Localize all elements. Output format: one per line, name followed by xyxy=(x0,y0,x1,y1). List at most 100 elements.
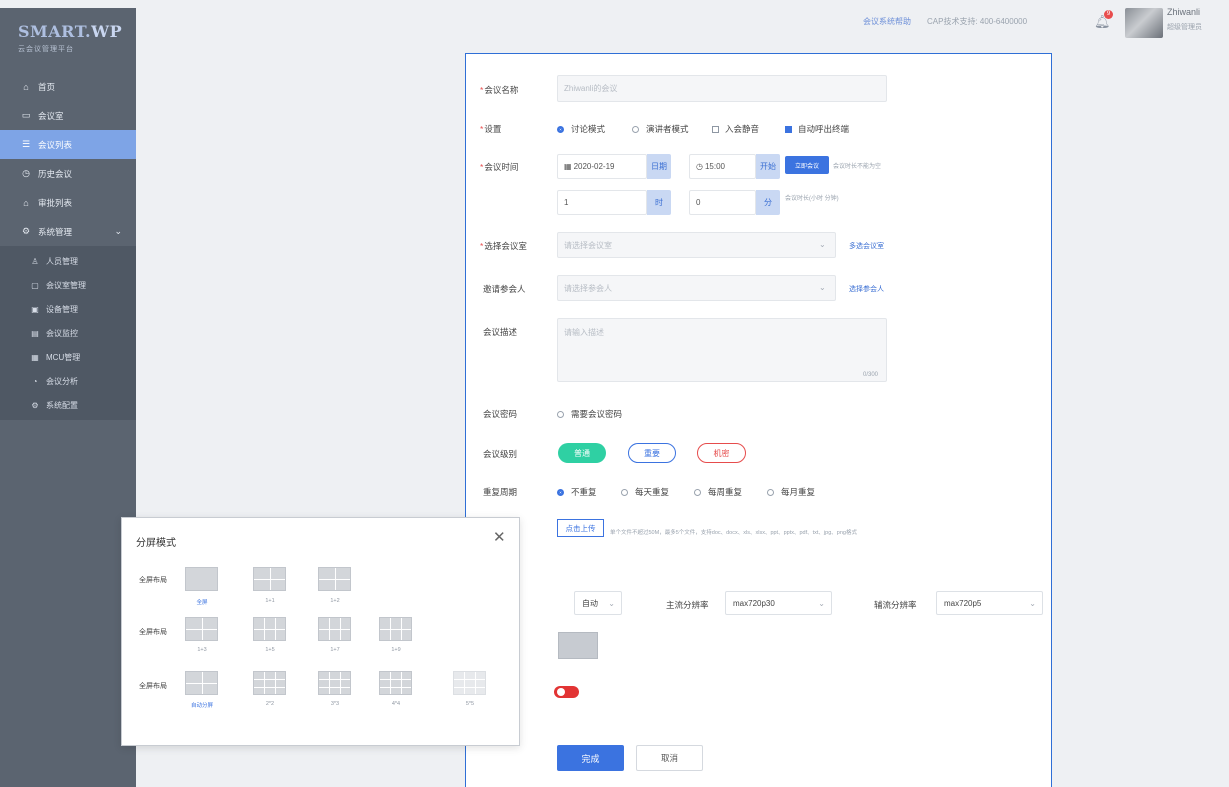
room-select[interactable]: 请选择会议室 xyxy=(557,232,836,258)
select-participants-link[interactable]: 选择参会人 xyxy=(849,284,884,294)
layout-option-1-1[interactable] xyxy=(253,567,286,591)
sidebar-subitem-analysis[interactable]: ◔ 会议分析 xyxy=(0,369,136,393)
instant-meeting-button[interactable]: 立即会议 xyxy=(785,156,829,174)
date-input[interactable]: ▦ 2020-02-19 xyxy=(557,154,647,179)
clock-icon: ◷ xyxy=(696,162,703,171)
layout-option-3x3[interactable] xyxy=(318,671,351,695)
level-secret-button[interactable]: 机密 xyxy=(697,443,746,463)
history-icon: ◷ xyxy=(22,168,30,178)
level-normal-button[interactable]: 普通 xyxy=(558,443,606,463)
layout-option-auto[interactable] xyxy=(185,671,218,695)
main-stream-select[interactable]: max720p30 ⌄ xyxy=(725,591,832,615)
layout-caption: 自动分屏 xyxy=(190,703,213,709)
modal-title: 分屏模式 xyxy=(136,538,176,549)
mute-on-join-checkbox[interactable]: 入会静音 xyxy=(712,123,759,135)
cancel-button[interactable]: 取消 xyxy=(636,745,703,771)
room-manage-icon: ▢ xyxy=(31,280,39,290)
layout-option-2x2[interactable] xyxy=(253,671,286,695)
layout-option-1-3[interactable] xyxy=(185,617,218,641)
description-textarea[interactable]: 请输入描述 xyxy=(557,318,887,382)
radio-icon xyxy=(694,488,701,496)
minutes-input[interactable]: 0 xyxy=(689,190,756,215)
submit-button[interactable]: 完成 xyxy=(557,745,624,771)
discussion-mode-radio[interactable]: 讨论模式 xyxy=(557,123,605,135)
sidebar-subitem-monitor[interactable]: ▤ 会议监控 xyxy=(0,321,136,345)
layout-option-1-5[interactable] xyxy=(253,617,286,641)
layout-option-1-2[interactable] xyxy=(318,567,351,591)
recording-toggle[interactable] xyxy=(554,686,579,698)
chevron-down-icon: ⌄ xyxy=(818,598,825,608)
layout-option-4x4[interactable] xyxy=(379,671,412,695)
logo: SMART.WP 云会议管理平台 xyxy=(0,8,136,72)
speaker-mode-radio[interactable]: 演讲者模式 xyxy=(632,123,689,135)
sidebar-item-rooms[interactable]: ▭ 会议室 xyxy=(0,101,136,130)
sidebar-subitem-label: 会议分析 xyxy=(46,376,78,386)
layout-row-label: 全屏布局 xyxy=(139,683,167,690)
layout-option-1-7[interactable] xyxy=(318,617,351,641)
settings-icon: ⚙ xyxy=(21,226,31,236)
sidebar-item-meeting-list[interactable]: ☰ 会议列表 xyxy=(0,130,136,159)
layout-option-fullscreen[interactable] xyxy=(185,567,218,591)
sidebar-subitem-label: 设备管理 xyxy=(46,304,78,314)
user-name[interactable]: Zhiwanli xyxy=(1167,7,1200,17)
mode-select[interactable]: 自动 ⌄ xyxy=(574,591,622,615)
help-link[interactable]: 会议系统帮助 xyxy=(863,16,911,27)
time-input[interactable]: ◷ 15:00 xyxy=(689,154,756,179)
logo-text: SMART.WP xyxy=(18,22,123,41)
hours-input[interactable]: 1 xyxy=(557,190,647,215)
sidebar-item-label: 系统管理 xyxy=(38,226,73,237)
room-label: *选择会议室 xyxy=(480,241,527,251)
sidebar-item-system[interactable]: ⚙ 系统管理 ⌄ xyxy=(0,217,136,246)
multi-room-link[interactable]: 多选会议室 xyxy=(849,241,884,251)
participants-label: 邀请参会人 xyxy=(483,284,526,294)
sidebar-subitem-config[interactable]: ⚙ 系统配置 xyxy=(0,393,136,417)
monitor-icon: ▤ xyxy=(31,328,39,338)
participants-select[interactable]: 请选择参会人 xyxy=(557,275,836,301)
sidebar-subitem-label: 系统配置 xyxy=(46,400,78,410)
repeat-none-radio[interactable]: 不重复 xyxy=(557,486,597,498)
list-icon: ☰ xyxy=(21,139,31,149)
date-addon: 日期 xyxy=(647,154,671,179)
level-important-button[interactable]: 重要 xyxy=(628,443,676,463)
repeat-label: 重复周期 xyxy=(483,487,518,497)
sidebar-item-history[interactable]: ◷ 历史会议 xyxy=(0,159,136,188)
auto-call-checkbox[interactable]: 自动呼出终端 xyxy=(785,123,849,135)
chevron-down-icon: ⌄ xyxy=(819,283,826,292)
close-icon[interactable]: ✕ xyxy=(493,528,506,546)
split-screen-modal: 分屏模式 ✕ 全屏布局 全屏 1+1 1+2 全屏布局 1+3 1+5 1+7 … xyxy=(121,517,520,746)
password-checkbox[interactable]: 需要会议密码 xyxy=(557,408,622,420)
radio-checked-icon xyxy=(557,125,564,133)
radio-icon xyxy=(557,410,564,418)
meeting-name-label: *会议名称 xyxy=(480,85,519,95)
sidebar-subitem-label: MCU管理 xyxy=(46,352,81,362)
main-stream-label: 主流分辨率 xyxy=(666,600,709,610)
layout-option-1-9[interactable] xyxy=(379,617,412,641)
sidebar-subitem-room-manage[interactable]: ▢ 会议室管理 xyxy=(0,273,136,297)
sidebar-subitem-people[interactable]: ♙ 人员管理 xyxy=(0,249,136,273)
sidebar-subitem-mcu[interactable]: ▦ MCU管理 xyxy=(0,345,136,369)
avatar[interactable] xyxy=(1125,8,1163,38)
layout-caption: 3*3 xyxy=(330,701,340,707)
layout-caption: 1+1 xyxy=(265,598,275,604)
support-phone: CAP技术支持: 400-6400000 xyxy=(927,17,1028,26)
repeat-weekly-radio[interactable]: 每周重复 xyxy=(694,486,742,498)
repeat-daily-radio[interactable]: 每天重复 xyxy=(621,486,669,498)
device-icon: ▣ xyxy=(31,304,39,314)
layout-row-label: 全屏布局 xyxy=(139,577,167,584)
approve-icon: ⌂ xyxy=(23,197,29,208)
sidebar-item-label: 会议列表 xyxy=(38,139,73,150)
meeting-name-input[interactable]: Zhiwanli的会议 xyxy=(557,75,887,102)
sidebar-item-approvals[interactable]: ⌂ 审批列表 xyxy=(0,188,136,217)
minutes-addon: 分 xyxy=(756,190,780,215)
sidebar-subitem-devices[interactable]: ▣ 设备管理 xyxy=(0,297,136,321)
aux-stream-select[interactable]: max720p5 ⌄ xyxy=(936,591,1043,615)
description-label: 会议描述 xyxy=(483,327,518,337)
level-label: 会议级别 xyxy=(483,449,518,459)
repeat-monthly-radio[interactable]: 每月重复 xyxy=(767,486,815,498)
layout-option-5x5[interactable] xyxy=(453,671,486,695)
sidebar-subitem-label: 会议室管理 xyxy=(46,280,86,290)
upload-button[interactable]: 点击上传 xyxy=(557,519,604,537)
layout-thumbnail[interactable] xyxy=(558,632,598,659)
sidebar-item-home[interactable]: ⌂ 首页 xyxy=(0,72,136,101)
sidebar-item-label: 历史会议 xyxy=(38,168,73,179)
